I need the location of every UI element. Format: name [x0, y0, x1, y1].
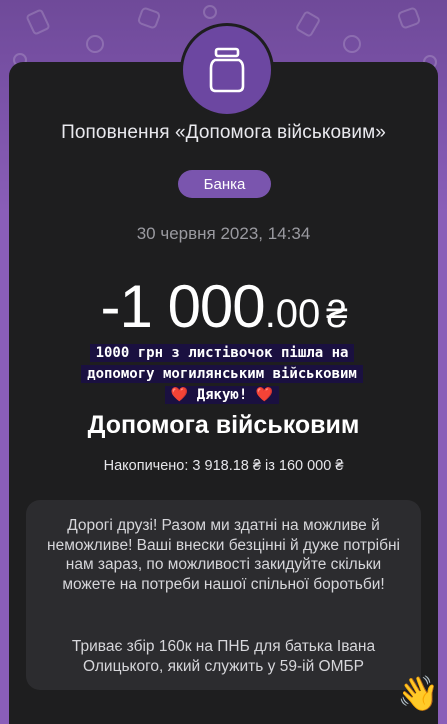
page-title: Поповнення «Допомога військовим» — [61, 122, 386, 143]
heart-icon: ❤️ — [170, 387, 189, 403]
amount-decimal: .00 — [264, 292, 321, 336]
transaction-datetime: 30 червня 2023, 14:34 — [136, 224, 311, 243]
jar-avatar — [180, 23, 274, 117]
caption-thanks: Дякую! — [196, 387, 248, 403]
description-paragraph-2: Триває збір 160к на ПНБ для батька Івана… — [71, 638, 376, 675]
heart-icon: ❤️ — [255, 387, 274, 403]
currency-symbol: ₴ — [326, 294, 347, 336]
transaction-amount: -1 000.00 ₴ — [0, 272, 447, 341]
caption-line-1: 1000 грн з листівочок пішла на — [89, 344, 355, 362]
amount-integer: -1 000 — [100, 273, 266, 340]
caption-line-3: ❤️ Дякую! ❤️ — [164, 386, 280, 404]
description-paragraph-1: Дорогі друзі! Разом ми здатні на можливе… — [47, 517, 400, 593]
jar-icon — [209, 47, 245, 93]
overlay-caption: 1000 грн з листівочок пішла на допомогу … — [36, 343, 408, 406]
caption-line-2: допомогу могилянським військовим — [81, 365, 363, 383]
jar-name: Допомога військовим — [87, 411, 360, 439]
jar-badge[interactable]: Банка — [178, 170, 271, 198]
jar-progress-text: Накопичено: 3 918.18 ₴ із 160 000 ₴ — [103, 458, 344, 474]
waving-hand-icon: 👋 — [397, 674, 440, 714]
